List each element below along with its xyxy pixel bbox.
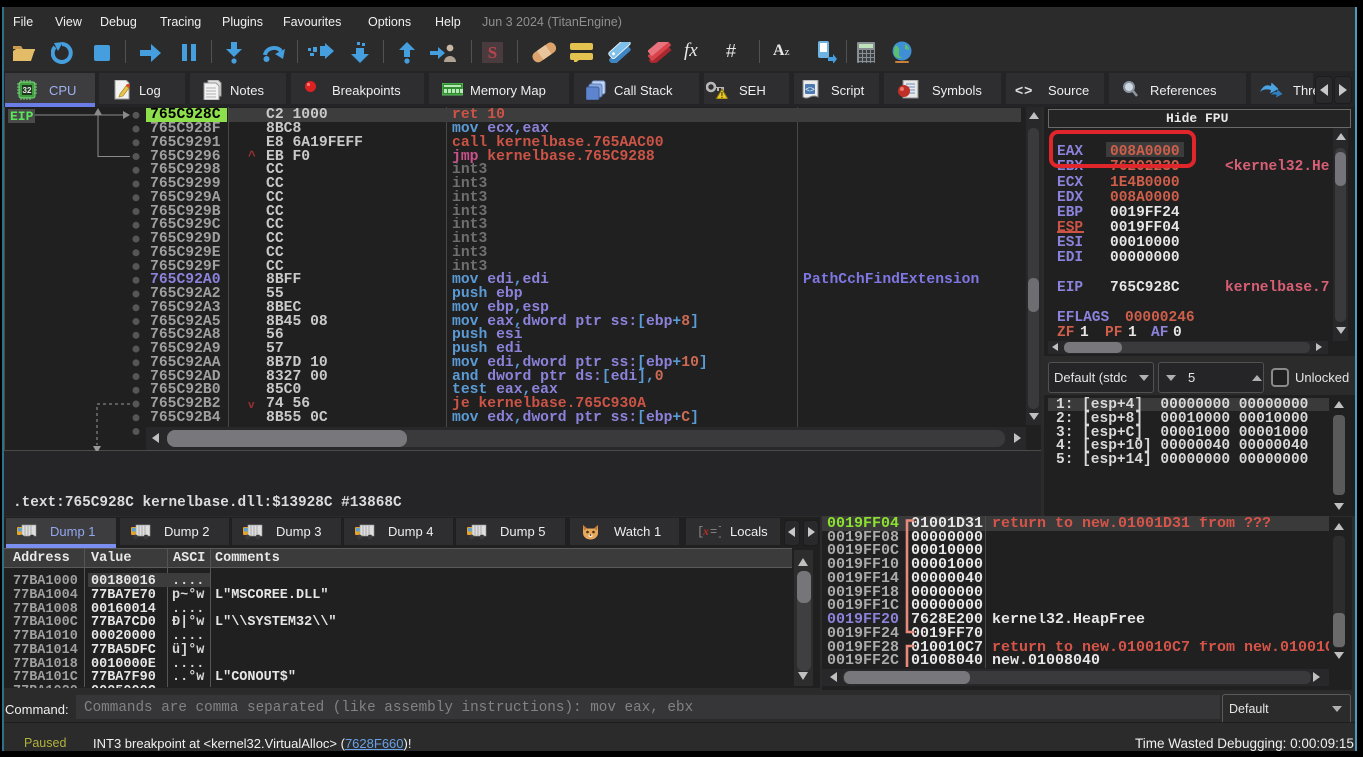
svg-text:<>: <> (805, 86, 815, 95)
svg-text:!: ! (721, 91, 724, 99)
svg-text:S: S (488, 43, 497, 62)
svg-text:=]: =] (710, 525, 721, 538)
svg-text:EIP: EIP (10, 109, 34, 124)
svg-text:x: x (702, 524, 709, 538)
svg-text:32: 32 (23, 86, 32, 95)
